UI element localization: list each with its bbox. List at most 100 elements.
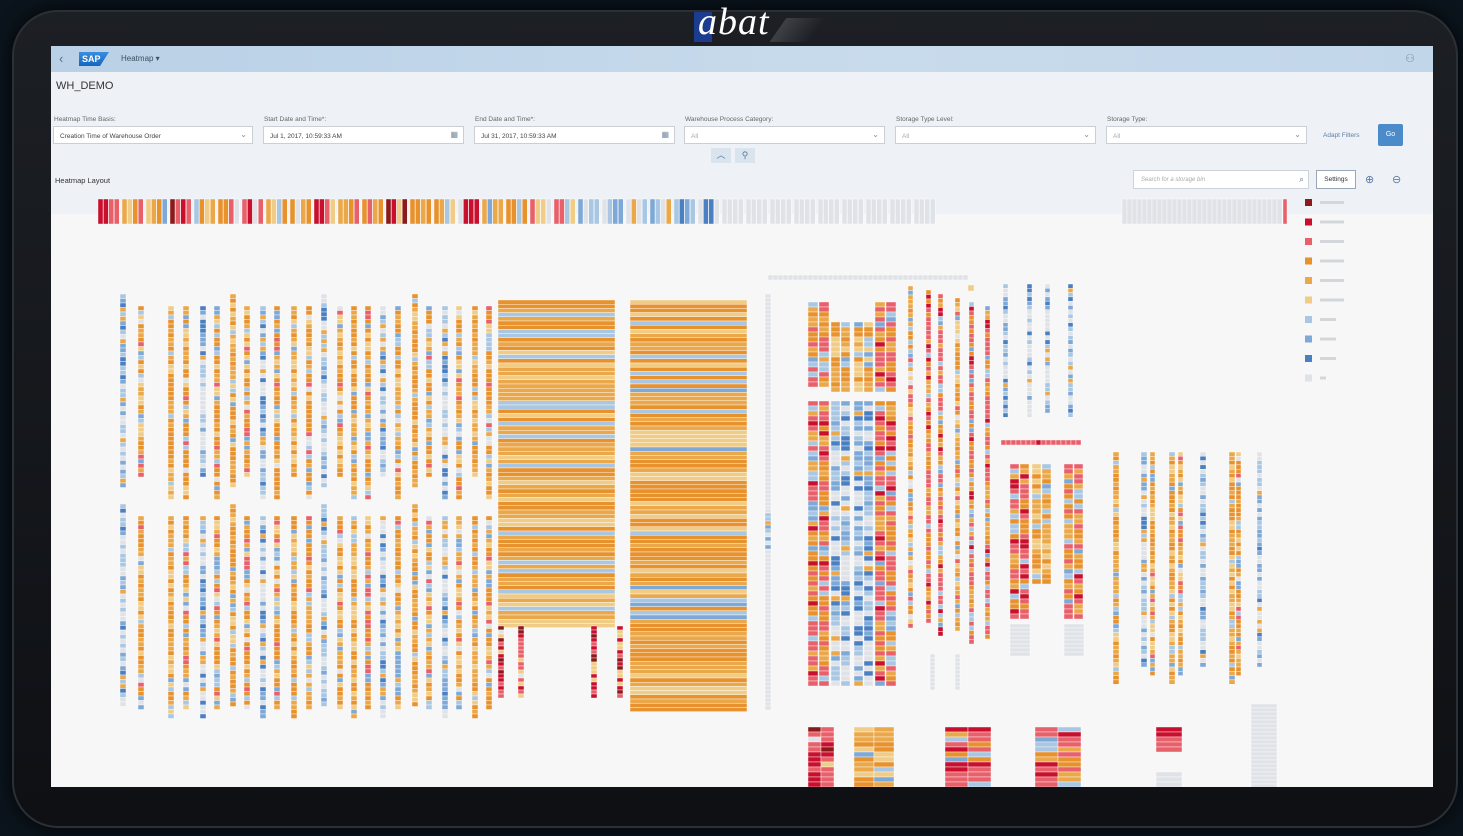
storage-bin[interactable] — [853, 781, 875, 787]
storage-bin[interactable] — [968, 603, 975, 609]
storage-bin[interactable] — [350, 382, 358, 388]
storage-bin[interactable] — [1073, 493, 1084, 500]
storage-bin[interactable] — [984, 535, 991, 541]
storage-bin[interactable] — [764, 353, 772, 359]
storage-bin[interactable] — [290, 377, 298, 383]
storage-bin[interactable] — [273, 686, 281, 692]
storage-bin[interactable] — [907, 312, 914, 318]
storage-bin[interactable] — [455, 556, 463, 562]
storage-bin[interactable] — [927, 274, 934, 281]
storage-bin[interactable] — [243, 377, 251, 383]
storage-bin[interactable] — [807, 625, 819, 632]
storage-bin[interactable] — [455, 332, 463, 338]
storage-bin[interactable] — [350, 686, 358, 692]
storage-bin[interactable] — [1044, 305, 1051, 311]
storage-bin[interactable] — [305, 587, 313, 593]
storage-bin[interactable] — [1228, 610, 1236, 616]
storage-bin[interactable] — [1235, 585, 1242, 590]
storage-bin[interactable] — [320, 478, 328, 484]
storage-bin[interactable] — [1235, 606, 1242, 612]
storage-bin[interactable] — [485, 391, 493, 397]
storage-bin[interactable] — [119, 320, 127, 326]
storage-bin[interactable] — [425, 440, 433, 446]
storage-bin[interactable] — [394, 700, 402, 706]
storage-bin[interactable] — [807, 346, 819, 353]
storage-bin[interactable] — [290, 310, 298, 316]
storage-bin[interactable] — [471, 695, 479, 701]
storage-bin[interactable] — [425, 413, 433, 419]
storage-bin[interactable] — [290, 328, 298, 334]
storage-bin[interactable] — [1073, 508, 1084, 515]
storage-bin[interactable] — [394, 547, 402, 553]
storage-bin[interactable] — [241, 198, 248, 225]
storage-bin[interactable] — [925, 411, 932, 417]
storage-bin[interactable] — [764, 413, 772, 419]
storage-bin[interactable] — [968, 315, 975, 321]
storage-bin[interactable] — [137, 377, 145, 383]
storage-bin[interactable] — [944, 761, 969, 768]
storage-bin[interactable] — [213, 565, 221, 571]
storage-bin[interactable] — [764, 317, 772, 323]
storage-bin[interactable] — [1149, 460, 1156, 466]
storage-bin[interactable] — [1250, 735, 1278, 741]
storage-bin[interactable] — [874, 640, 886, 647]
storage-bin[interactable] — [350, 359, 358, 365]
storage-bin[interactable] — [411, 410, 419, 416]
storage-bin[interactable] — [874, 610, 886, 617]
storage-bin[interactable] — [764, 301, 772, 307]
storage-bin[interactable] — [925, 532, 932, 538]
storage-bin[interactable] — [1041, 543, 1052, 550]
storage-bin[interactable] — [853, 405, 864, 412]
storage-bin[interactable] — [925, 298, 932, 304]
storage-bin[interactable] — [137, 628, 145, 634]
storage-bin[interactable] — [350, 547, 358, 553]
storage-bin[interactable] — [818, 510, 830, 517]
storage-bin[interactable] — [1199, 615, 1207, 620]
storage-bin[interactable] — [305, 485, 313, 491]
storage-bin[interactable] — [497, 564, 616, 570]
storage-bin[interactable] — [223, 198, 229, 225]
storage-bin[interactable] — [1063, 548, 1074, 555]
storage-bin[interactable] — [394, 691, 402, 697]
storage-bin[interactable] — [441, 569, 449, 575]
storage-bin[interactable] — [944, 751, 969, 758]
storage-bin[interactable] — [968, 535, 975, 541]
storage-bin[interactable] — [885, 415, 897, 422]
storage-bin[interactable] — [954, 297, 961, 303]
storage-bin[interactable] — [853, 455, 864, 462]
storage-bin[interactable] — [182, 341, 190, 347]
storage-bin[interactable] — [873, 771, 895, 778]
storage-bin[interactable] — [968, 495, 975, 501]
storage-bin[interactable] — [863, 575, 874, 582]
storage-bin[interactable] — [259, 664, 267, 670]
storage-bin[interactable] — [336, 560, 344, 566]
storage-bin[interactable] — [497, 568, 616, 574]
storage-bin[interactable] — [937, 446, 944, 452]
storage-bin[interactable] — [840, 515, 851, 522]
storage-bin[interactable] — [259, 551, 267, 557]
storage-bin[interactable] — [137, 454, 145, 460]
storage-bin[interactable] — [379, 637, 387, 643]
storage-bin[interactable] — [455, 494, 463, 500]
storage-bin[interactable] — [259, 328, 267, 334]
storage-bin[interactable] — [1140, 469, 1148, 474]
storage-bin[interactable] — [379, 587, 387, 593]
storage-bin[interactable] — [853, 726, 875, 733]
storage-bin[interactable] — [616, 637, 624, 643]
storage-bin[interactable] — [119, 361, 127, 367]
storage-bin[interactable] — [273, 476, 281, 482]
storage-bin[interactable] — [1177, 516, 1184, 522]
storage-bin[interactable] — [182, 332, 190, 338]
storage-bin[interactable] — [1141, 198, 1148, 225]
storage-bin[interactable] — [471, 533, 479, 539]
storage-bin[interactable] — [818, 371, 830, 378]
storage-bin[interactable] — [944, 726, 969, 733]
storage-bin[interactable] — [984, 395, 991, 401]
storage-bin[interactable] — [1168, 499, 1176, 504]
storage-bin[interactable] — [629, 522, 748, 528]
storage-bin[interactable] — [840, 545, 851, 552]
storage-bin[interactable] — [937, 500, 944, 506]
storage-bin[interactable] — [411, 512, 419, 518]
storage-bin[interactable] — [807, 766, 822, 773]
storage-bin[interactable] — [243, 695, 251, 701]
